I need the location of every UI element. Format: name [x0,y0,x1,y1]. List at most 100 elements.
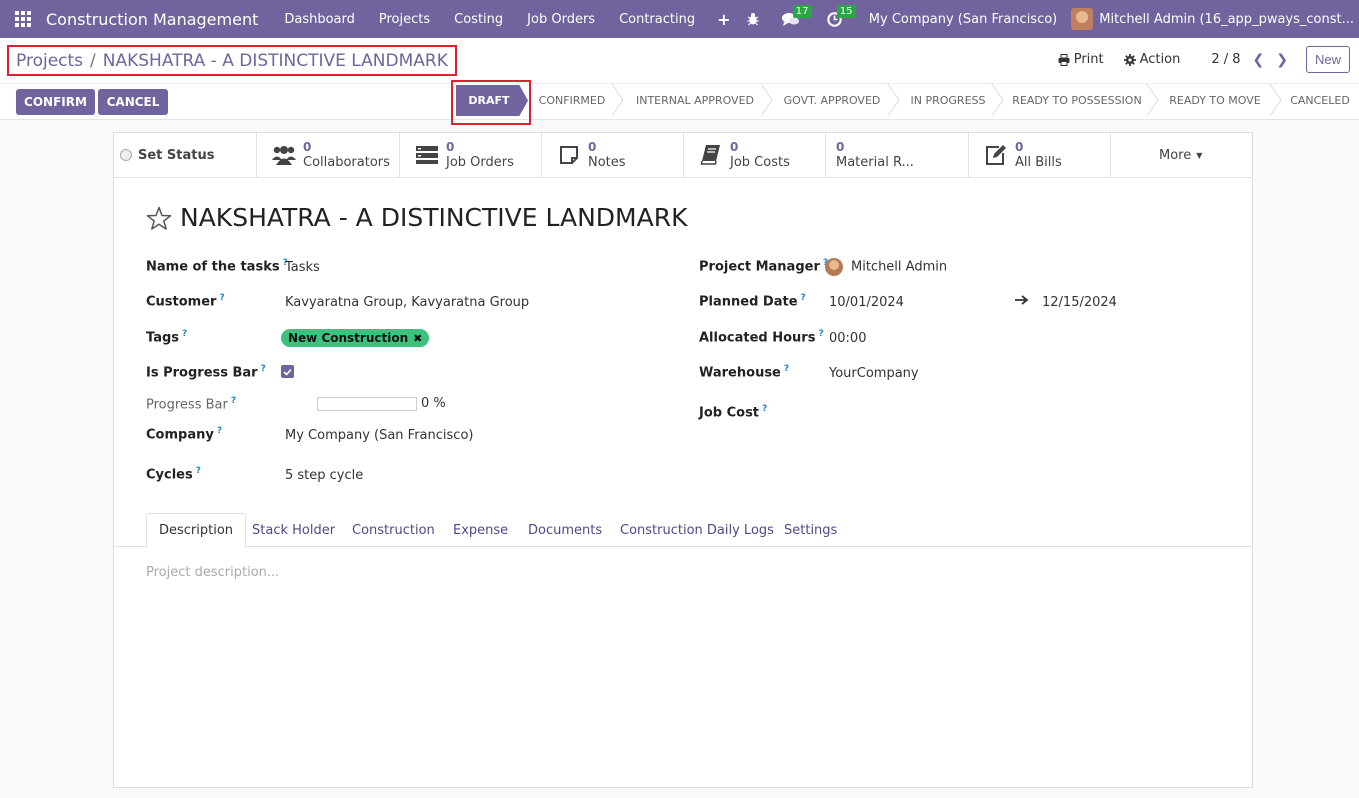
help-icon: ? [182,329,188,339]
help-icon: ? [230,396,237,406]
server-icon [414,142,440,168]
tab-stack-holder[interactable]: Stack Holder [252,513,335,547]
tab-settings[interactable]: Settings [784,513,837,547]
cancel-button[interactable]: CANCEL [98,89,168,115]
collaborators-label: Collaborators [303,155,390,170]
stage-govt-approved[interactable]: GOVT. APPROVED [783,85,881,115]
tasks-field-label: Name of the tasks? [146,258,288,275]
plus-icon[interactable]: + [707,10,740,29]
app-brand[interactable]: Construction Management [46,10,272,29]
menu-projects[interactable]: Projects [367,12,442,27]
cycles-field-label: Cycles? [146,466,201,483]
breadcrumb-projects[interactable]: Projects [16,51,83,71]
collaborators-button[interactable]: 0 Collaborators [257,133,400,177]
bug-icon[interactable] [737,0,769,38]
menu-costing[interactable]: Costing [442,12,515,27]
radio-icon [120,149,132,161]
customer-field-label: Customer? [146,293,225,310]
action-button[interactable]: Action [1123,52,1180,67]
main-menu: Dashboard Projects Costing Job Orders Co… [272,10,740,29]
form-sheet: Set Status 0 Collaborators 0 Job Orders 0N… [113,132,1253,788]
edit-icon [983,142,1009,168]
tab-daily-logs[interactable]: Construction Daily Logs [620,513,774,547]
allocated-hours-label: Allocated Hours? [699,329,824,346]
set-status-label: Set Status [138,147,215,163]
tab-description[interactable]: Description [146,513,247,548]
menu-contracting[interactable]: Contracting [607,12,707,27]
cycles-field[interactable]: 5 step cycle [285,468,363,483]
help-icon: ? [762,404,768,414]
navbar-systray: 17 15 My Company (San Francisco) Mitchel… [737,0,1359,38]
company-field[interactable]: My Company (San Francisco) [285,428,473,443]
material-requests-button[interactable]: 0 Material R... [826,133,969,177]
job-orders-count: 0 [446,140,455,154]
record-title[interactable]: NAKSHATRA - A DISTINCTIVE LANDMARK [180,203,688,232]
menu-job-orders[interactable]: Job Orders [515,12,607,27]
planned-start-field[interactable]: 10/01/2024 [829,295,904,310]
apps-menu-icon[interactable] [0,0,46,38]
warehouse-field[interactable]: YourCompany [829,366,919,381]
notes-button[interactable]: 0 Notes [542,133,684,177]
users-icon [271,142,297,168]
pager-previous-icon[interactable]: ❮ [1253,52,1265,68]
help-icon: ? [783,364,790,374]
caret-down-icon: ▼ [1196,150,1203,160]
stage-separator [887,84,900,116]
print-button[interactable]: Print [1058,52,1104,67]
help-icon: ? [800,293,806,303]
control-actions: Print Action 2 / 8 ❮ ❯ New [1038,46,1350,73]
stage-in-progress[interactable]: IN PROGRESS [909,85,987,115]
control-panel: Projects / NAKSHATRA - A DISTINCTIVE LAN… [0,38,1359,125]
planned-end-field[interactable]: 12/15/2024 [1042,295,1117,310]
more-button[interactable]: More ▼ [1111,133,1252,177]
stage-draft[interactable]: DRAFT [456,85,528,116]
record-title-row: NAKSHATRA - A DISTINCTIVE LANDMARK [146,203,688,232]
tab-construction[interactable]: Construction [352,513,435,547]
job-costs-button[interactable]: 0 Job Costs [684,133,826,177]
stage-canceled[interactable]: CANCELED [1289,85,1351,115]
clock-icon[interactable]: 15 [819,0,856,38]
tab-documents[interactable]: Documents [528,513,602,547]
messages-badge: 17 [792,5,812,18]
tags-field-label: Tags? [146,329,188,346]
all-bills-button[interactable]: 0 All Bills [969,133,1111,177]
tags-field[interactable]: New Construction ✖ [281,329,430,347]
company-switcher[interactable]: My Company (San Francisco) [851,12,1071,27]
set-status-button[interactable]: Set Status [114,133,257,177]
description-input[interactable]: Project description... [146,565,279,580]
user-menu[interactable]: Mitchell Admin (16_app_pways_const... [1071,8,1359,30]
help-icon: ? [219,293,225,303]
customer-field[interactable]: Kavyaratna Group, Kavyaratna Group [285,295,529,310]
progress-bar-label: Progress Bar? [146,396,237,413]
notebook-tabs: Description Stack Holder Construction Ex… [114,513,1252,548]
gear-icon [1123,53,1136,66]
collaborators-count: 0 [303,140,312,154]
manager-field-label: Project Manager? [699,258,828,274]
close-icon[interactable]: ✖ [413,332,422,345]
tab-expense[interactable]: Expense [453,513,508,547]
help-icon: ? [818,329,824,339]
job-orders-button[interactable]: 0 Job Orders [400,133,542,177]
confirm-button[interactable]: CONFIRM [16,89,95,115]
manager-field[interactable]: Mitchell Admin [825,258,947,276]
star-icon[interactable] [146,206,172,230]
breadcrumb-separator: / [90,50,96,71]
menu-dashboard[interactable]: Dashboard [272,12,367,27]
stage-ready-to-move[interactable]: READY TO MOVE [1167,85,1263,115]
progress-bar: 0 % [317,396,446,411]
allocated-hours-field[interactable]: 00:00 [829,331,866,346]
all-bills-label: All Bills [1015,155,1062,170]
progress-checkbox[interactable] [281,365,294,378]
print-icon [1058,53,1070,66]
stage-ready-to-possession[interactable]: READY TO POSSESSION [1012,85,1142,115]
pager-next-icon[interactable]: ❯ [1276,52,1288,68]
stage-internal-approved[interactable]: INTERNAL APPROVED [634,85,756,115]
progress-value: 0 % [421,396,446,411]
all-bills-count: 0 [1015,140,1024,154]
stage-confirmed[interactable]: CONFIRMED [538,85,606,115]
pager-value[interactable]: 2 / 8 [1211,52,1240,67]
activities-badge: 15 [836,5,856,18]
tasks-field[interactable]: Tasks [285,260,320,275]
messages-icon[interactable]: 17 [775,0,812,38]
new-button[interactable]: New [1305,46,1350,73]
